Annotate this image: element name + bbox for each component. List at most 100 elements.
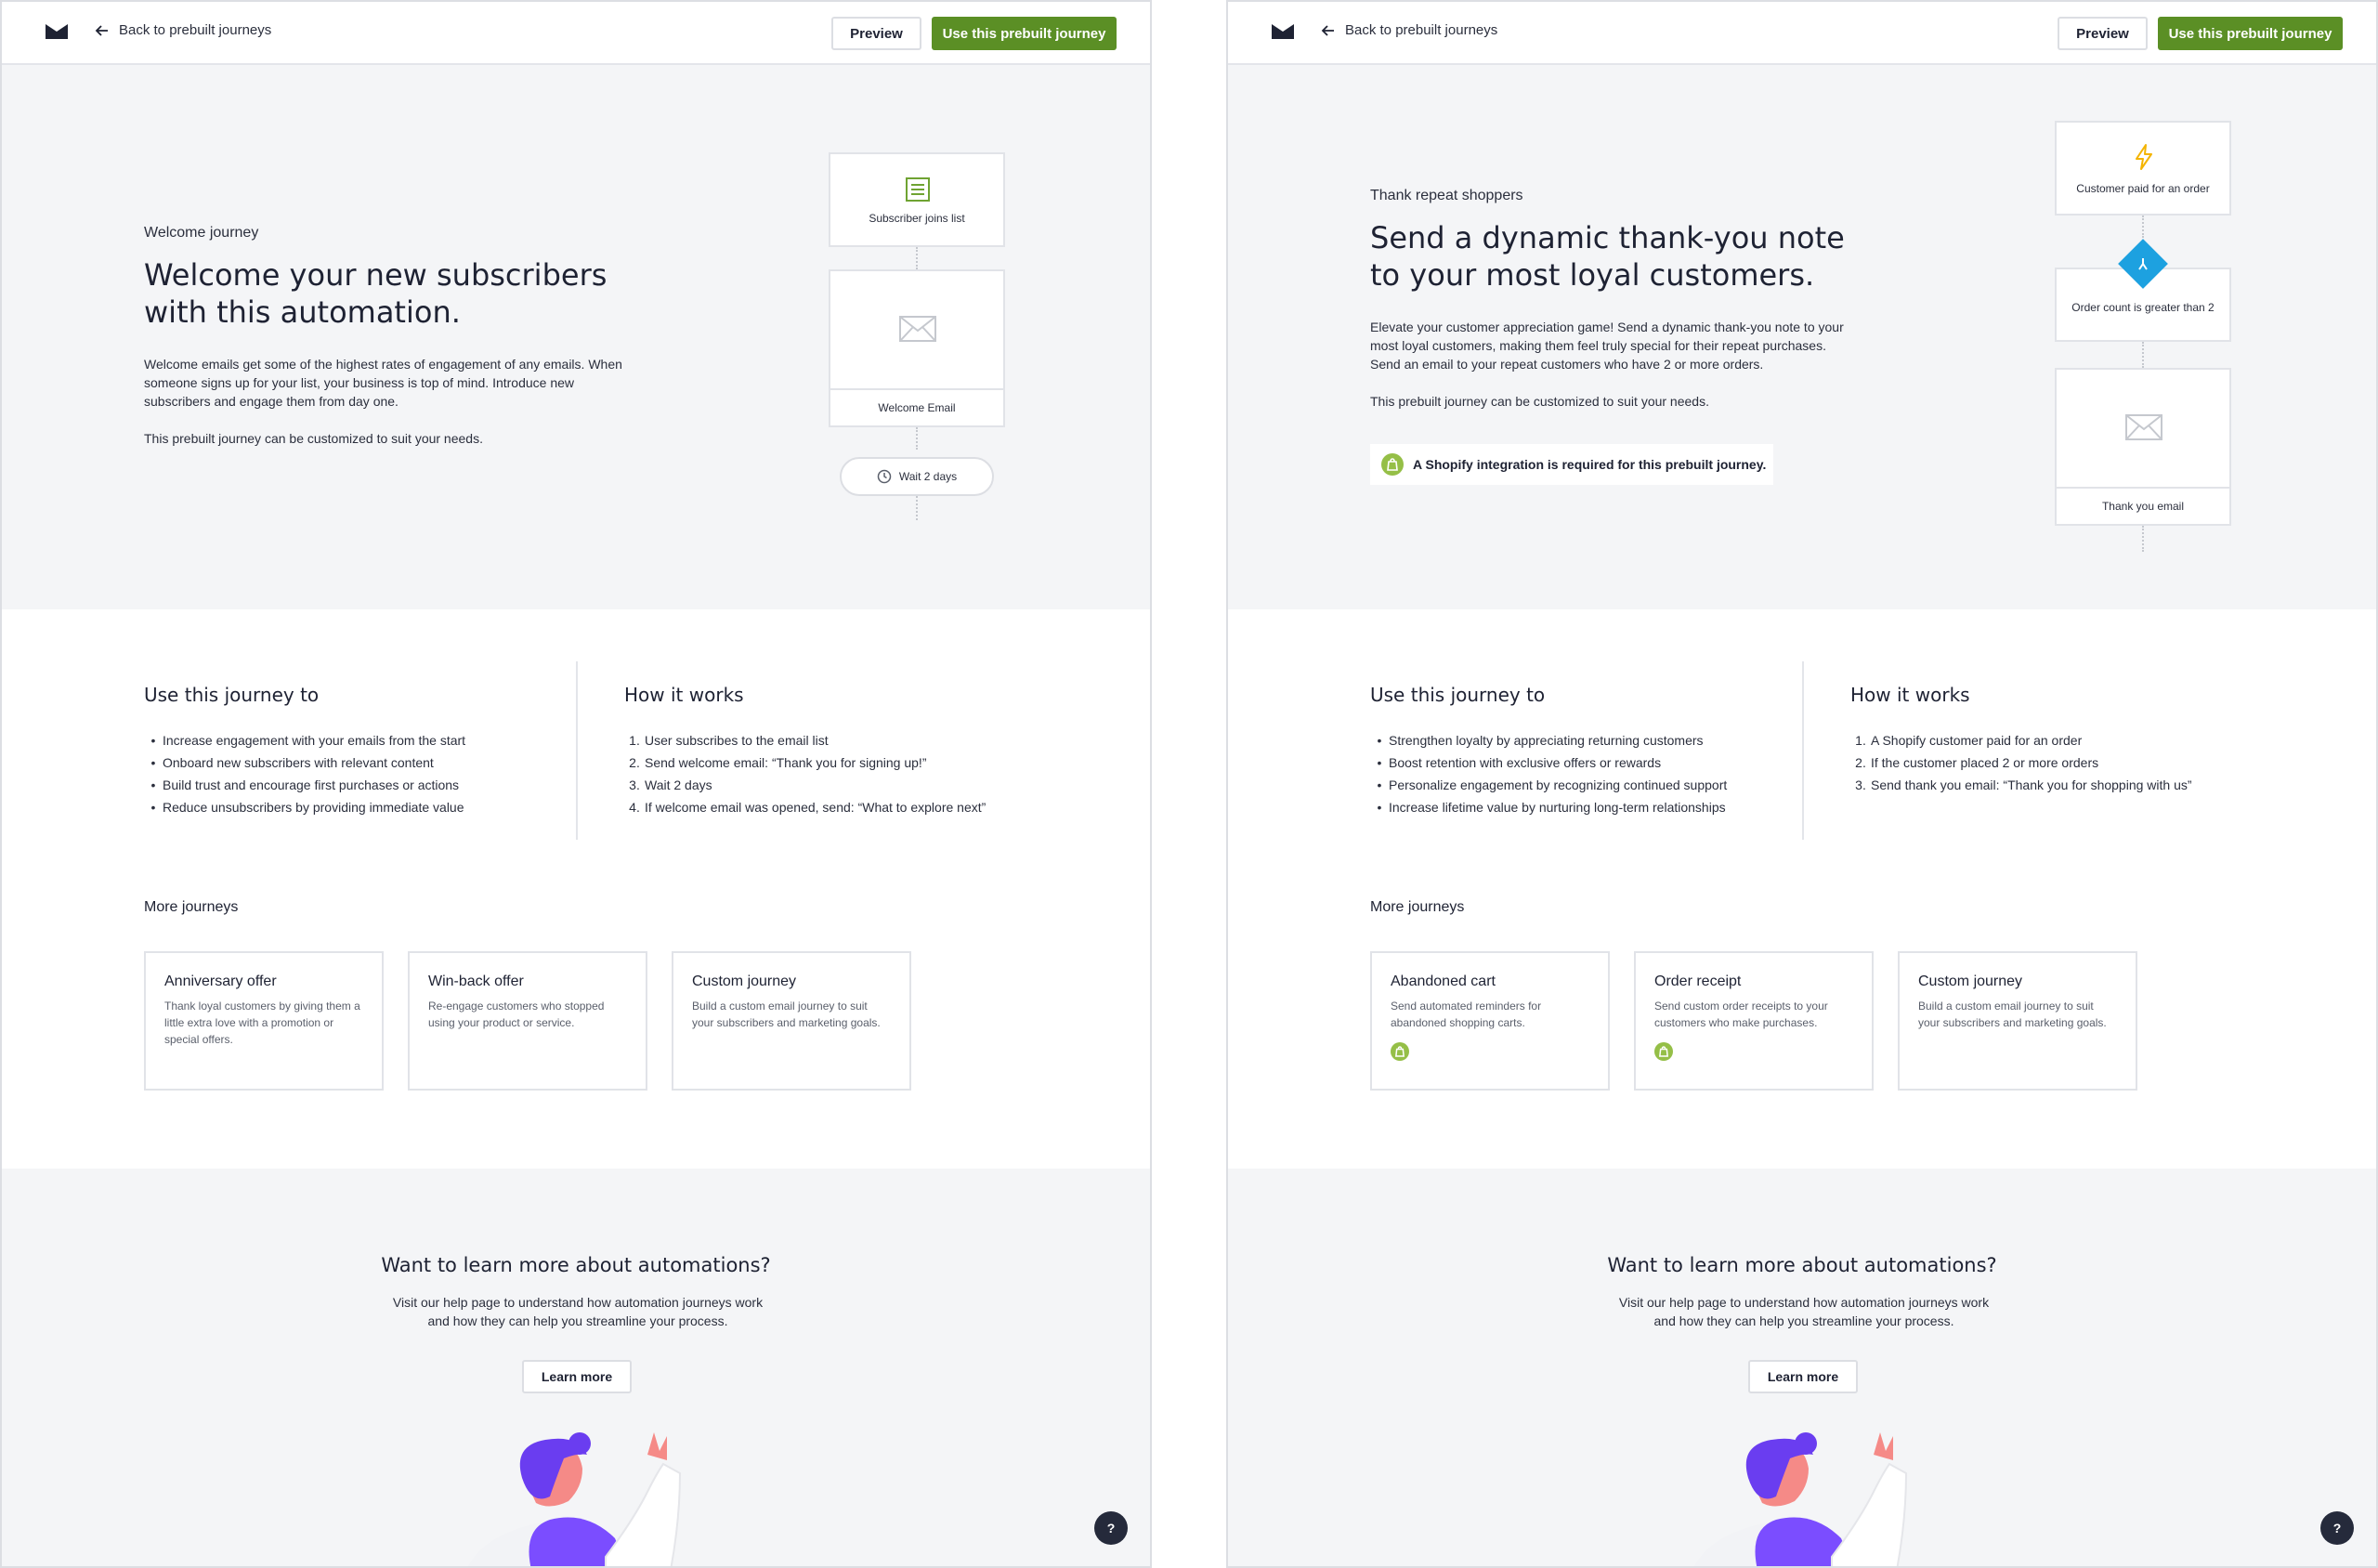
list-item: 1. User subscribes to the email list	[624, 729, 986, 751]
card-title: Order receipt	[1654, 973, 1742, 989]
flow-email-label: Thank you email	[2101, 500, 2185, 513]
flow-wait-label: Wait 2 days	[898, 470, 958, 483]
top-bar: Back to prebuilt journeys Preview Use th…	[1228, 2, 2376, 65]
journey-eyebrow: Welcome journey	[144, 225, 259, 241]
learn-more-description: Visit our help page to understand how au…	[392, 1295, 764, 1328]
learn-more-title: Want to learn more about automations?	[1607, 1254, 1997, 1276]
flow-wait-node[interactable]: Wait 2 days	[840, 457, 994, 496]
shopify-icon	[1391, 1042, 1409, 1061]
flow-trigger-label: Customer paid for an order	[2076, 182, 2210, 195]
flow-condition-label: Order count is greater than 2	[2071, 301, 2215, 314]
thank-repeat-shoppers-page: Back to prebuilt journeys Preview Use th…	[1226, 0, 2378, 1568]
flow-trigger-node[interactable]: Customer paid for an order	[2055, 121, 2231, 216]
node-divider	[830, 388, 1003, 390]
use-journey-heading: Use this journey to	[144, 684, 320, 706]
journey-description: Elevate your customer appreciation game!…	[1370, 318, 1853, 429]
journey-card-custom[interactable]: Custom journey Build a custom email jour…	[1898, 951, 2137, 1091]
flow-email-node[interactable]: Welcome Email	[829, 269, 1005, 427]
arrow-left-icon	[95, 24, 108, 36]
learn-more-button[interactable]: Learn more	[1748, 1360, 1858, 1393]
journey-card-win-back[interactable]: Win-back offer Re-engage customers who s…	[408, 951, 647, 1091]
list-item: Personalize engagement by recognizing co…	[1370, 774, 1727, 796]
how-it-works-heading: How it works	[1850, 684, 1970, 706]
step-text: Send thank you email: “Thank you for sho…	[1871, 777, 2192, 792]
help-button[interactable]: ?	[2320, 1511, 2354, 1545]
list-item: Build trust and encourage first purchase…	[144, 774, 465, 796]
flow-connector	[916, 247, 918, 269]
use-journey-list: Strengthen loyalty by appreciating retur…	[1370, 729, 1727, 818]
card-description: Re-engage customers who stopped using yo…	[428, 1000, 605, 1029]
journey-headline: Welcome your new subscribers with this a…	[144, 257, 608, 330]
help-button[interactable]: ?	[1094, 1511, 1128, 1545]
use-journey-button[interactable]: Use this prebuilt journey	[2158, 17, 2343, 50]
back-link-label: Back to prebuilt journeys	[1345, 22, 1498, 38]
arrow-left-icon	[1321, 24, 1334, 36]
step-text: If welcome email was opened, send: “What…	[645, 800, 986, 815]
shopify-icon	[1381, 453, 1404, 476]
back-link[interactable]: Back to prebuilt journeys	[1321, 22, 1497, 38]
card-description: Send automated reminders for abandoned s…	[1391, 1000, 1542, 1029]
card-description: Build a custom email journey to suit you…	[692, 1000, 881, 1029]
journey-card-anniversary[interactable]: Anniversary offer Thank loyal customers …	[144, 951, 384, 1091]
shopify-requirement-note: A Shopify integration is required for th…	[1370, 444, 1773, 485]
flow-trigger-label: Subscriber joins list	[869, 212, 965, 225]
card-title: Win-back offer	[428, 973, 524, 989]
more-journeys-heading: More journeys	[144, 899, 239, 915]
journey-card-custom[interactable]: Custom journey Build a custom email jour…	[672, 951, 911, 1091]
list-item: 2. Send welcome email: “Thank you for sig…	[624, 751, 986, 774]
card-title: Anniversary offer	[164, 973, 277, 989]
list-item: Strengthen loyalty by appreciating retur…	[1370, 729, 1727, 751]
flow-trigger-node[interactable]: Subscriber joins list	[829, 152, 1005, 247]
description-paragraph: This prebuilt journey can be customized …	[1370, 394, 1709, 409]
more-journeys-heading: More journeys	[1370, 899, 1465, 915]
preview-button[interactable]: Preview	[831, 17, 921, 50]
description-paragraph: This prebuilt journey can be customized …	[144, 431, 483, 446]
card-description: Build a custom email journey to suit you…	[1918, 1000, 2107, 1029]
top-bar: Back to prebuilt journeys Preview Use th…	[2, 2, 1150, 65]
how-it-works-heading: How it works	[624, 684, 744, 706]
card-title: Abandoned cart	[1391, 973, 1496, 989]
shopify-requirement-text: A Shopify integration is required for th…	[1413, 457, 1767, 472]
card-title: Custom journey	[692, 973, 797, 989]
step-text: Wait 2 days	[645, 777, 712, 792]
list-item: 3. Wait 2 days	[624, 774, 986, 796]
back-link[interactable]: Back to prebuilt journeys	[95, 22, 271, 38]
journey-eyebrow: Thank repeat shoppers	[1370, 188, 1523, 203]
how-it-works-list: 1. A Shopify customer paid for an order 2…	[1850, 729, 2192, 796]
preview-button[interactable]: Preview	[2058, 17, 2148, 50]
use-journey-button[interactable]: Use this prebuilt journey	[932, 17, 1117, 50]
learn-more-section: Want to learn more about automations? Vi…	[2, 1169, 1150, 1566]
node-divider	[2057, 487, 2229, 489]
use-journey-list: Increase engagement with your emails fro…	[144, 729, 465, 818]
flow-email-node[interactable]: Thank you email	[2055, 368, 2231, 526]
card-description: Thank loyal customers by giving them a l…	[164, 1000, 360, 1046]
branch-icon	[2118, 239, 2168, 289]
person-waving-illustration	[1694, 1432, 1908, 1566]
step-text: User subscribes to the email list	[645, 733, 829, 748]
description-paragraph: Elevate your customer appreciation game!…	[1370, 320, 1844, 372]
learn-more-button[interactable]: Learn more	[522, 1360, 632, 1393]
logo-icon[interactable]	[1272, 24, 1294, 39]
use-journey-heading: Use this journey to	[1370, 684, 1546, 706]
list-item: Onboard new subscribers with relevant co…	[144, 751, 465, 774]
person-waving-illustration	[468, 1432, 682, 1566]
shopify-icon	[1654, 1042, 1673, 1061]
list-item: Reduce unsubscribers by providing immedi…	[144, 796, 465, 818]
logo-icon[interactable]	[46, 24, 68, 39]
flow-email-label: Welcome Email	[878, 401, 956, 414]
learn-more-section: Want to learn more about automations? Vi…	[1228, 1169, 2376, 1566]
step-number: 2.	[1855, 755, 1866, 770]
journey-card-order-receipt[interactable]: Order receipt Send custom order receipts…	[1634, 951, 1874, 1091]
step-number: 4.	[629, 800, 640, 815]
back-link-label: Back to prebuilt journeys	[119, 22, 272, 38]
lightning-icon	[2136, 144, 2152, 170]
step-number: 2.	[629, 755, 640, 770]
flow-connector	[916, 496, 918, 520]
journey-card-abandoned-cart[interactable]: Abandoned cart Send automated reminders …	[1370, 951, 1610, 1091]
clock-icon	[877, 469, 892, 484]
learn-more-title: Want to learn more about automations?	[381, 1254, 771, 1276]
step-text: Send welcome email: “Thank you for signi…	[645, 755, 927, 770]
flow-connector	[2142, 342, 2144, 368]
how-it-works-list: 1. User subscribes to the email list 2. Se…	[624, 729, 986, 818]
list-item: 2. If the customer placed 2 or more order…	[1850, 751, 2192, 774]
